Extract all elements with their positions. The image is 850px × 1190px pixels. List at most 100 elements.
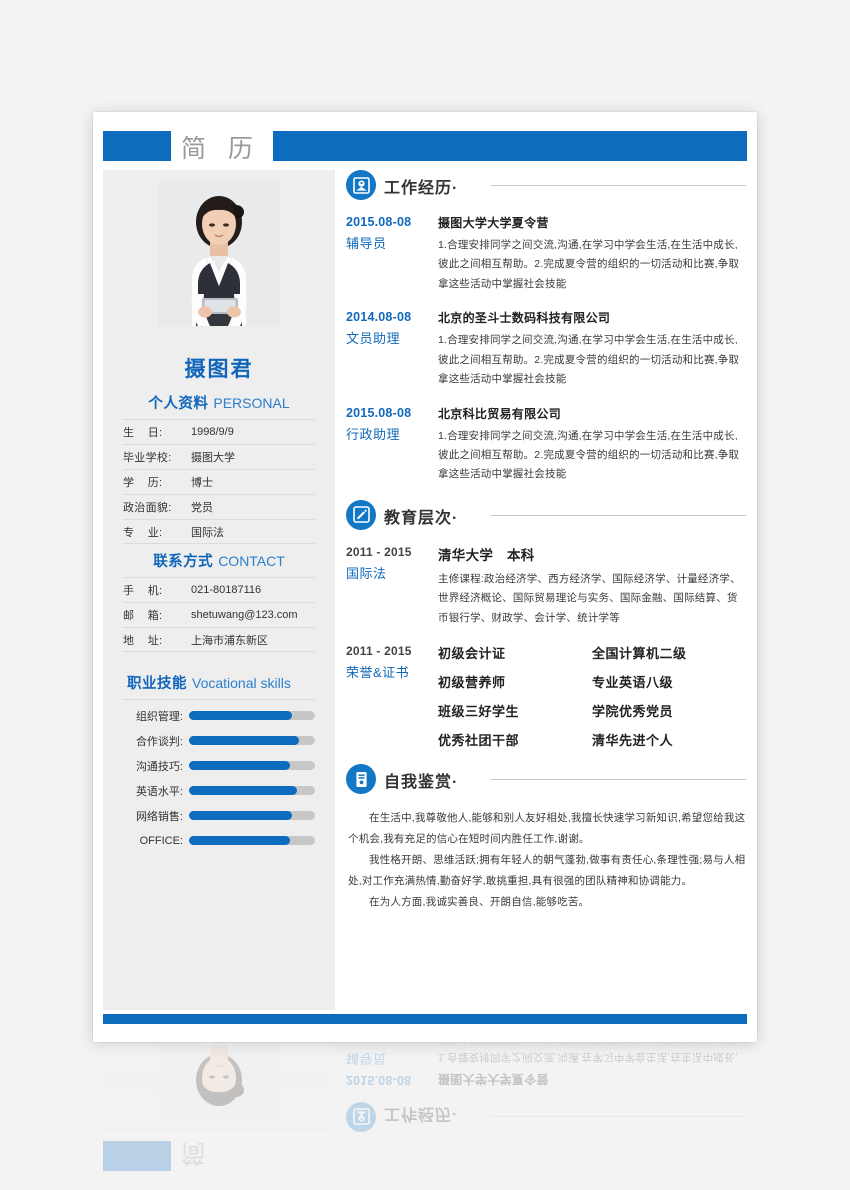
skill-progress-fill (189, 736, 299, 745)
row-value: shetuwang@123.com (191, 609, 298, 621)
entry-organization: 摄图大学大学夏令营 (438, 1072, 549, 1086)
entry-period: 2014.08-08 文员助理 (346, 309, 438, 389)
row-label: 手 机: (123, 585, 163, 597)
work-entry: 2015.08-08 辅导员 摄图大学大学夏令营 1.合理安排同学之间交流,沟通… (346, 1043, 746, 1088)
list-item: 全国计算机二级 (592, 646, 687, 662)
entry-date: 2011 - 2015 (346, 544, 412, 559)
table-row: 毕业学校: 摄图大学 (123, 444, 315, 469)
list-item: 组织管理: (123, 703, 315, 728)
skill-progress-fill (189, 711, 293, 720)
skill-progress-track (189, 811, 315, 820)
skills-divider (123, 699, 315, 700)
entry-body: 清华大学 本科 主修课程:政治经济学、西方经济学、国际经济学、计量经济学、世界经… (438, 544, 746, 628)
portrait-photo-icon (158, 182, 280, 326)
sheet-reflection: 简 历 工作经历· 2015.08-08 辅导员 摄图大学大学夏令营 1.合理安… (93, 1043, 757, 1190)
list-item: 初级会计证 (438, 646, 506, 662)
entry-organization: 清华大学 本科 (438, 547, 535, 563)
skill-progress-fill (189, 836, 290, 845)
personal-section: 个人资料 PERSONAL 生 日: 1998/9/9 毕业学校: 摄图大学 学 … (123, 392, 315, 544)
contact-title-cn: 联系方式 (153, 554, 214, 570)
entry-role: 文员助理 (346, 331, 401, 347)
skill-label: 网络销售: (135, 810, 183, 823)
skill-progress-fill (189, 761, 290, 770)
table-row: 生 日: 1998/9/9 (123, 419, 315, 444)
row-value: 党员 (191, 502, 213, 514)
about-paragraph: 我性格开朗、思维活跃;拥有年轻人的朝气蓬勃,做事有责任心,条理性强;易与人相处,… (348, 854, 746, 888)
section-dot: · (452, 509, 459, 527)
skill-progress-fill (189, 786, 298, 795)
avatar (158, 182, 280, 326)
entry-description: 1.合理安排同学之间交流,沟通,在学习中学会生活,在生活中成长,彼此之间相互帮助… (438, 1043, 739, 1063)
work-section-header: 工作经历· (346, 1096, 746, 1132)
row-label: 学 历: (123, 477, 163, 489)
work-entry: 2014.08-08 文员助理 北京的圣斗士数码科技有限公司 1.合理安排同学之… (346, 309, 746, 389)
contact-section-title: 联系方式 CONTACT (123, 550, 315, 571)
entry-description: 1.合理安排同学之间交流,沟通,在学习中学会生活,在生活中成长,彼此之间相互帮助… (438, 429, 740, 481)
entry-date: 2014.08-08 (346, 310, 412, 325)
skill-label: OFFICE: (139, 834, 183, 847)
certificates-entry: 2011 - 2015 荣誉&证书 初级会计证 全国计算机二级 初级营养师 专业… (346, 643, 746, 749)
skill-label: 沟通技巧: (135, 760, 183, 773)
entry-role: 荣誉&证书 (346, 665, 410, 681)
section-dot: · (452, 774, 459, 792)
section-divider (491, 779, 746, 781)
skill-progress-fill (189, 811, 293, 820)
entry-role: 辅导员 (346, 236, 387, 251)
entry-date: 2015.08-08 (346, 1073, 412, 1087)
table-row: 邮 箱: shetuwang@123.com (123, 602, 315, 627)
reflection-mirror: 简 历 工作经历· 2015.08-08 辅导员 摄图大学大学夏令营 1.合理安… (93, 1043, 757, 1190)
footer-accent-bar (103, 1014, 747, 1024)
entry-organization: 摄图大学大学夏令营 (438, 216, 549, 230)
entry-body: 摄图大学大学夏令营 1.合理安排同学之间交流,沟通,在学习中学会生活,在生活中成… (438, 1043, 746, 1088)
list-item: 班级三好学生 (438, 704, 520, 720)
about-body: 在生活中,我尊敬他人,能够和别人友好相处,我擅长快速学习新知识,希望您给我这个机… (346, 808, 746, 913)
work-section-title: 工作经历· (384, 1105, 459, 1122)
entry-period: 2015.08-08 辅导员 (346, 214, 438, 294)
contact-section: 联系方式 CONTACT 手 机: 021-80187116 邮 箱: shetu… (123, 550, 315, 652)
section-dot: · (452, 180, 459, 197)
main-content: 工作经历· 2015.08-08 辅导员 摄图大学大学夏令营 1.合理安排同学之… (346, 1043, 746, 1132)
skills-section: 职业技能 Vocational skills 组织管理: 合作谈判: 沟通技巧: (123, 672, 315, 853)
row-value: 1998/9/9 (191, 426, 234, 438)
entry-body: 北京的圣斗士数码科技有限公司 1.合理安排同学之间交流,沟通,在学习中学会生活,… (438, 309, 746, 389)
about-paragraph: 在为人方面,我诚实善良、开朗自信,能够吃苦。 (369, 896, 590, 909)
row-value: 021-80187116 (191, 584, 262, 596)
edit-document-icon (346, 499, 376, 530)
avatar (158, 1043, 280, 1120)
work-section-title: 工作经历· (384, 180, 459, 197)
skill-progress-track (189, 761, 315, 770)
list-item: 专业英语八级 (592, 675, 674, 691)
main-content: 工作经历· 2015.08-08 辅导员 摄图大学大学夏令营 1.合理安排同学之… (346, 170, 746, 913)
row-value: 上海市浦东新区 (191, 634, 268, 647)
sidebar: 摄图君 个人资料PERSONAL 生 日: 1998/9/9 毕业学校: 摄图大… (103, 170, 335, 1010)
candidate-name: 摄图君 (184, 358, 254, 381)
row-value: 摄图大学 (191, 452, 235, 464)
personal-table: 生 日: 1998/9/9 毕业学校: 摄图大学 学 历: 博士 政治面貌: 党… (123, 419, 315, 544)
skills-title-en: Vocational skills (192, 675, 291, 691)
section-dot: · (452, 1105, 459, 1122)
table-row: 地 址: 上海市浦东新区 (123, 627, 315, 652)
skill-label: 英语水平: (135, 785, 183, 798)
table-row: 专 业: 国际法 (123, 519, 315, 544)
page-title: 简 历 (181, 134, 260, 163)
list-item: 优秀社团干部 (438, 733, 520, 749)
entry-role: 国际法 (346, 565, 387, 581)
row-label: 地 址: (123, 634, 163, 647)
education-section-title: 教育层次· (384, 509, 459, 527)
certificates-grid: 初级会计证 全国计算机二级 初级营养师 专业英语八级 班级三好学生 学院优秀党员… (438, 643, 746, 749)
row-label: 政治面貌: (123, 502, 172, 514)
row-value: 国际法 (191, 526, 224, 539)
entry-date: 2015.08-08 (346, 405, 412, 420)
resume-sheet: 简 历 摄图君 个人资料 PERSONAL 生 日: 1998/9/9 毕业学校… (93, 112, 757, 1042)
row-label: 专 业: (123, 526, 163, 539)
contact-title-en: CONTACT (218, 553, 285, 569)
work-entry: 2015.08-08 辅导员 摄图大学大学夏令营 1.合理安排同学之间交流,沟通… (346, 214, 746, 294)
skill-progress-track (189, 711, 315, 720)
row-value: 博士 (191, 477, 213, 489)
list-item: 清华先进个人 (592, 733, 674, 749)
header-accent-block-right (273, 131, 747, 161)
entry-role: 行政助理 (346, 426, 401, 442)
row-label: 生 日: (123, 427, 163, 439)
work-entry: 2015.08-08 行政助理 北京科比贸易有限公司 1.合理安排同学之间交流,… (346, 405, 746, 485)
list-item: 英语水平: (123, 778, 315, 803)
